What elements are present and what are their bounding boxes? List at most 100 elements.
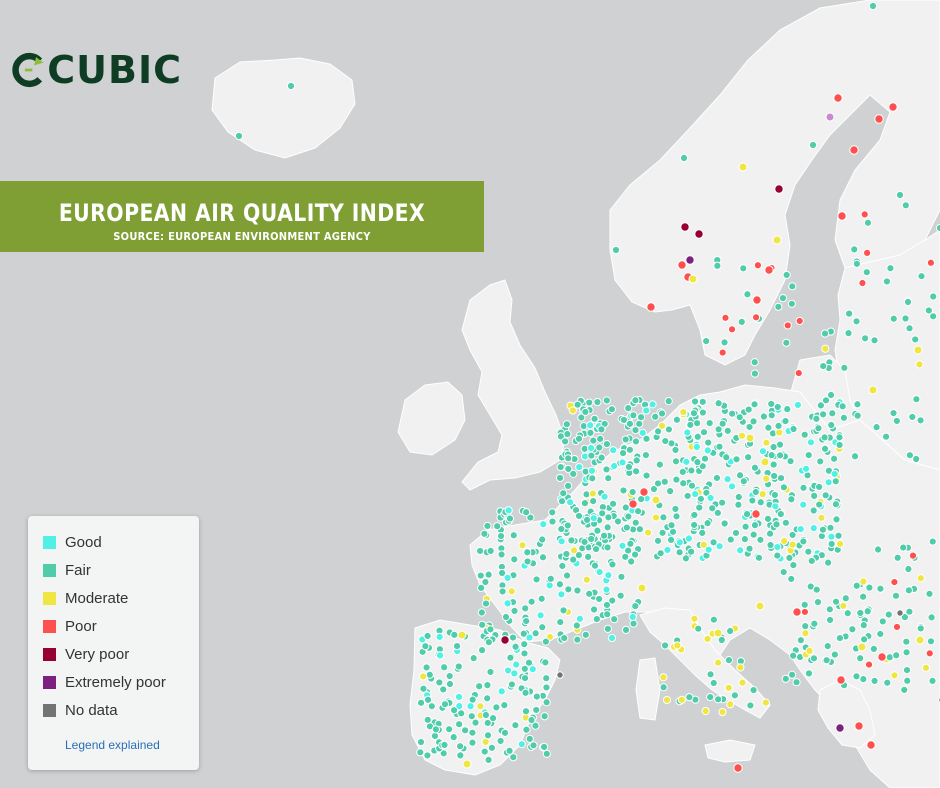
station-marker[interactable] — [795, 316, 804, 326]
station-marker[interactable] — [430, 731, 440, 741]
station-marker[interactable] — [483, 694, 492, 703]
station-marker[interactable] — [782, 338, 791, 347]
station-marker[interactable] — [603, 523, 612, 532]
station-marker[interactable] — [834, 531, 843, 540]
station-marker[interactable] — [635, 419, 644, 428]
station-marker[interactable] — [703, 446, 712, 455]
station-marker[interactable] — [521, 707, 531, 716]
station-marker[interactable] — [651, 412, 660, 421]
station-marker[interactable] — [487, 743, 497, 752]
station-marker[interactable] — [820, 433, 829, 442]
station-marker[interactable] — [677, 695, 686, 704]
station-marker[interactable] — [892, 416, 901, 426]
station-marker[interactable] — [838, 402, 847, 411]
station-marker[interactable] — [574, 434, 584, 443]
station-marker[interactable] — [694, 624, 703, 633]
station-marker[interactable] — [517, 740, 526, 749]
station-marker[interactable] — [741, 522, 750, 531]
station-marker[interactable] — [723, 426, 732, 435]
station-marker[interactable] — [748, 496, 757, 505]
station-marker[interactable] — [569, 555, 578, 564]
station-marker[interactable] — [680, 222, 690, 232]
station-marker[interactable] — [653, 536, 663, 545]
station-marker[interactable] — [727, 482, 737, 491]
station-marker[interactable] — [611, 245, 621, 255]
station-marker[interactable] — [521, 604, 530, 613]
station-marker[interactable] — [416, 737, 426, 747]
station-marker[interactable] — [481, 599, 491, 608]
station-marker[interactable] — [751, 509, 761, 519]
station-marker[interactable] — [562, 549, 571, 559]
station-marker[interactable] — [548, 517, 557, 526]
station-marker[interactable] — [739, 264, 748, 273]
station-marker[interactable] — [422, 663, 431, 672]
station-marker[interactable] — [902, 637, 911, 646]
station-marker[interactable] — [762, 438, 771, 447]
station-marker[interactable] — [507, 587, 516, 596]
station-marker[interactable] — [835, 723, 845, 733]
station-marker[interactable] — [877, 652, 887, 662]
station-marker[interactable] — [431, 725, 440, 734]
station-marker[interactable] — [659, 513, 668, 522]
station-marker[interactable] — [835, 633, 845, 643]
station-marker[interactable] — [602, 465, 611, 474]
station-marker[interactable] — [852, 672, 861, 681]
station-marker[interactable] — [457, 709, 466, 718]
station-marker[interactable] — [655, 460, 664, 469]
station-marker[interactable] — [835, 433, 844, 442]
station-marker[interactable] — [556, 462, 565, 472]
station-marker[interactable] — [600, 492, 609, 501]
station-marker[interactable] — [700, 454, 710, 463]
station-marker[interactable] — [850, 452, 860, 461]
station-marker[interactable] — [809, 654, 819, 663]
station-marker[interactable] — [804, 451, 813, 460]
station-marker[interactable] — [857, 642, 867, 652]
station-marker[interactable] — [557, 497, 567, 506]
station-marker[interactable] — [523, 557, 532, 566]
station-marker[interactable] — [908, 412, 917, 422]
station-marker[interactable] — [728, 409, 737, 418]
station-marker[interactable] — [812, 585, 821, 594]
station-marker[interactable] — [520, 673, 530, 683]
station-marker[interactable] — [537, 594, 546, 603]
station-marker[interactable] — [607, 405, 616, 414]
station-marker[interactable] — [693, 458, 702, 467]
station-marker[interactable] — [563, 429, 572, 439]
station-marker[interactable] — [471, 718, 480, 727]
station-marker[interactable] — [830, 454, 839, 463]
station-marker[interactable] — [895, 190, 905, 200]
station-marker[interactable] — [527, 597, 536, 606]
station-marker[interactable] — [421, 642, 430, 651]
station-marker[interactable] — [475, 546, 485, 556]
station-marker[interactable] — [866, 740, 876, 750]
station-marker[interactable] — [903, 297, 913, 307]
station-marker[interactable] — [804, 669, 814, 678]
station-marker[interactable] — [881, 432, 891, 441]
station-marker[interactable] — [423, 715, 432, 724]
station-marker[interactable] — [856, 654, 865, 663]
station-marker[interactable] — [735, 471, 745, 480]
station-marker[interactable] — [905, 607, 914, 616]
station-marker[interactable] — [856, 608, 865, 618]
station-marker[interactable] — [889, 314, 898, 323]
station-marker[interactable] — [555, 580, 564, 589]
station-marker[interactable] — [752, 295, 762, 305]
station-marker[interactable] — [619, 486, 628, 495]
station-marker[interactable] — [542, 683, 551, 692]
station-marker[interactable] — [561, 437, 570, 446]
station-marker[interactable] — [564, 481, 573, 490]
station-marker[interactable] — [935, 223, 940, 233]
station-marker[interactable] — [692, 442, 701, 452]
station-marker[interactable] — [723, 475, 732, 484]
station-marker[interactable] — [679, 153, 689, 163]
station-marker[interactable] — [706, 692, 715, 702]
station-marker[interactable] — [912, 395, 921, 404]
station-marker[interactable] — [740, 535, 749, 544]
station-marker[interactable] — [701, 706, 710, 716]
station-marker[interactable] — [609, 446, 618, 455]
station-marker[interactable] — [628, 487, 637, 497]
station-marker[interactable] — [568, 406, 577, 415]
station-marker[interactable] — [901, 201, 910, 210]
station-marker[interactable] — [799, 483, 808, 492]
station-marker[interactable] — [682, 457, 691, 466]
